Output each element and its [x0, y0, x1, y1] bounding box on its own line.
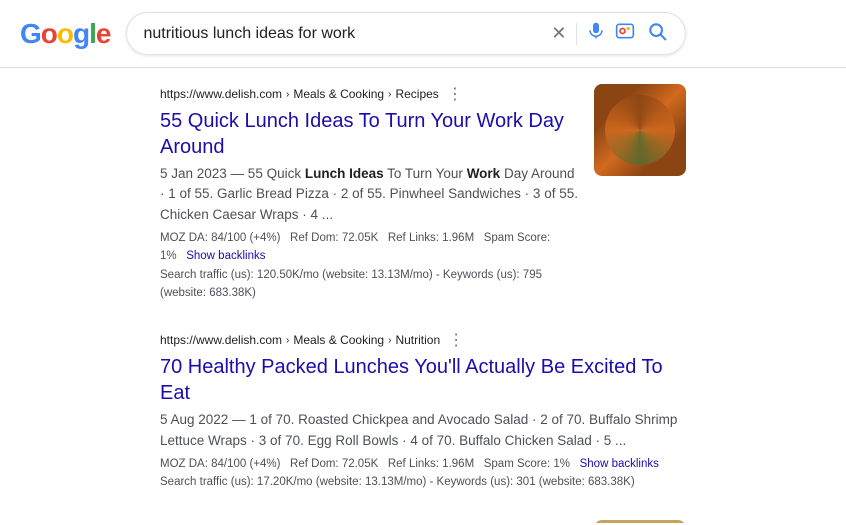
- result-2-seo-1: MOZ DA: 84/100 (+4%) Ref Dom: 72.05K Ref…: [160, 455, 686, 473]
- result-1-arrow-1: ›: [286, 89, 289, 100]
- result-1-seo-2: Search traffic (us): 120.50K/mo (website…: [160, 266, 582, 303]
- search-results: https://www.delish.com › Meals & Cooking…: [0, 68, 846, 523]
- result-2-url-line: https://www.delish.com › Meals & Cooking…: [160, 330, 686, 350]
- logo-letter-e: e: [96, 18, 111, 50]
- result-1-with-image: https://www.delish.com › Meals & Cooking…: [160, 84, 686, 302]
- search-submit-button[interactable]: [645, 19, 669, 48]
- search-bar: ✕: [126, 12, 686, 55]
- result-1-thumbnail: [594, 84, 686, 176]
- result-2-title[interactable]: 70 Healthy Packed Lunches You'll Actuall…: [160, 354, 686, 406]
- result-3-thumbnail: [594, 520, 686, 523]
- logo-letter-l: l: [89, 18, 96, 50]
- result-2-arrow-1: ›: [286, 335, 289, 346]
- result-1-show-backlinks[interactable]: Show backlinks: [186, 250, 265, 262]
- result-2-breadcrumb-2: Nutrition: [395, 333, 440, 347]
- result-1-seo-1: MOZ DA: 84/100 (+4%) Ref Dom: 72.05K Ref…: [160, 229, 582, 266]
- logo-letter-g: G: [20, 18, 41, 50]
- result-item-2: https://www.delish.com › Meals & Cooking…: [160, 330, 686, 491]
- result-3-url-line: https://thegirlonbloor.com › Recipes › L…: [160, 520, 582, 523]
- search-input[interactable]: [143, 25, 543, 43]
- voice-search-icon[interactable]: [587, 22, 605, 45]
- logo-letter-o2: o: [57, 18, 73, 50]
- header: Google ✕: [0, 0, 846, 68]
- logo-letter-o1: o: [41, 18, 57, 50]
- result-1-breadcrumb-2: Recipes: [395, 87, 438, 101]
- result-1-domain: https://www.delish.com: [160, 87, 282, 101]
- result-2-more-icon[interactable]: ⋮: [448, 330, 464, 350]
- result-2-breadcrumb-1: Meals & Cooking: [293, 333, 384, 347]
- result-2-show-backlinks[interactable]: Show backlinks: [580, 458, 659, 470]
- result-item-1: https://www.delish.com › Meals & Cooking…: [160, 84, 686, 302]
- result-3-content: https://thegirlonbloor.com › Recipes › L…: [160, 520, 582, 523]
- result-2-snippet: 5 Aug 2022 — 1 of 70. Roasted Chickpea a…: [160, 410, 686, 451]
- logo-letter-g2: g: [73, 18, 89, 50]
- clear-search-icon[interactable]: ✕: [551, 23, 566, 44]
- image-search-icon[interactable]: [615, 21, 635, 46]
- result-3-more-icon[interactable]: ⋮: [401, 520, 417, 523]
- search-divider: [576, 23, 577, 45]
- result-3-with-image: https://thegirlonbloor.com › Recipes › L…: [160, 520, 686, 523]
- result-2-seo-2: Search traffic (us): 17.20K/mo (website:…: [160, 473, 686, 491]
- result-2-arrow-2: ›: [388, 335, 391, 346]
- result-item-3: https://thegirlonbloor.com › Recipes › L…: [160, 520, 686, 523]
- result-1-content: https://www.delish.com › Meals & Cooking…: [160, 84, 582, 302]
- result-1-arrow-2: ›: [388, 89, 391, 100]
- google-logo: Google: [20, 18, 110, 50]
- result-1-snippet: 5 Jan 2023 — 55 Quick Lunch Ideas To Tur…: [160, 164, 582, 225]
- result-1-more-icon[interactable]: ⋮: [447, 84, 463, 104]
- result-1-url-line: https://www.delish.com › Meals & Cooking…: [160, 84, 582, 104]
- search-bar-icons: ✕: [551, 19, 669, 48]
- result-1-breadcrumb-1: Meals & Cooking: [293, 87, 384, 101]
- result-2-domain: https://www.delish.com: [160, 333, 282, 347]
- result-1-title[interactable]: 55 Quick Lunch Ideas To Turn Your Work D…: [160, 108, 582, 160]
